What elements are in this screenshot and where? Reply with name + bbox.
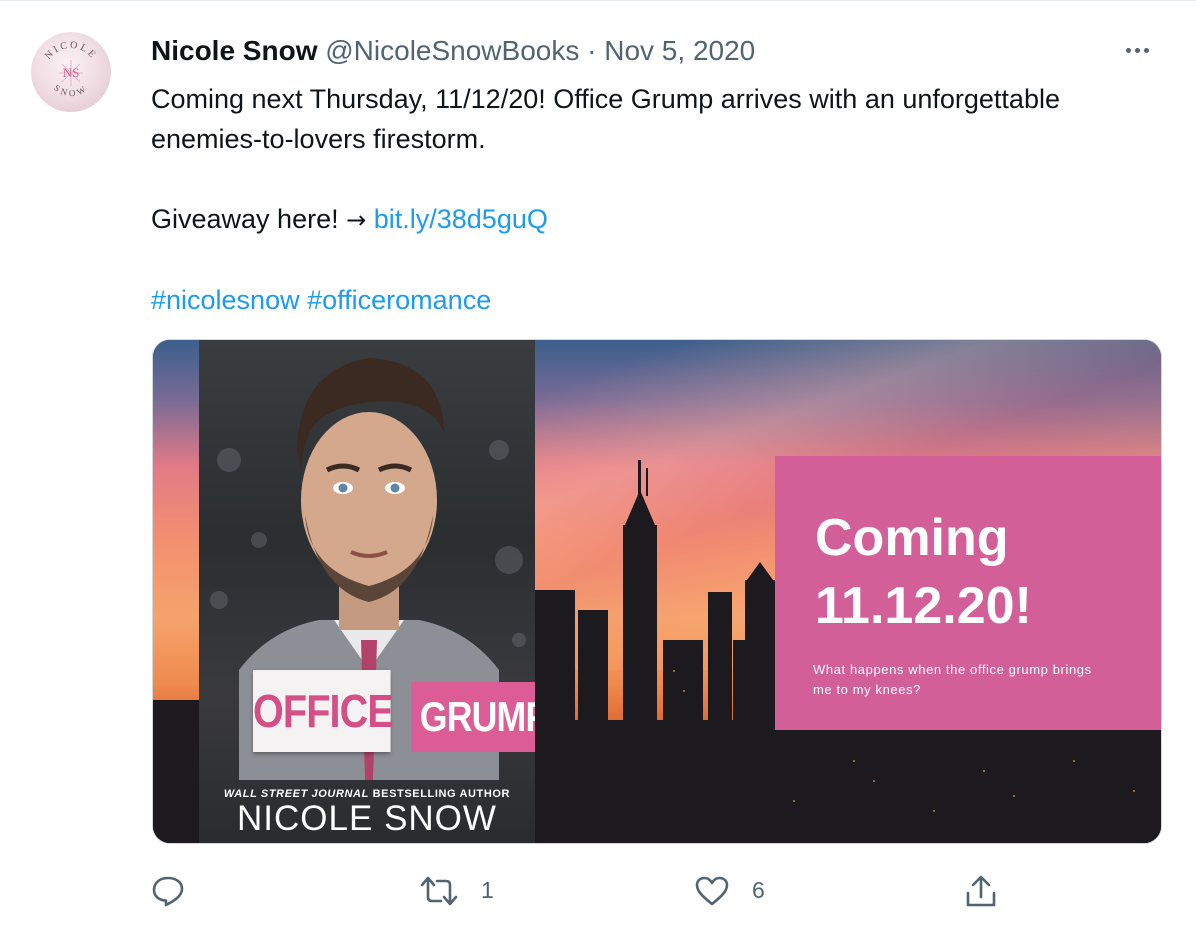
like-count: 6	[752, 877, 765, 903]
retweet-icon	[420, 876, 458, 906]
tweet-actions: 1 6	[151, 871, 1011, 911]
display-name[interactable]: Nicole Snow	[151, 35, 317, 66]
giveaway-label: Giveaway here!	[151, 204, 339, 234]
more-dot-icon	[1135, 48, 1140, 53]
avatar-logo-icon: NICOLE SNOW NS	[43, 40, 99, 99]
more-options-button[interactable]	[1124, 37, 1158, 63]
cover-title-office: OFFICE	[253, 670, 394, 752]
retweet-button[interactable]: 1	[419, 871, 499, 911]
giveaway-link[interactable]: bit.ly/38d5guQ	[374, 204, 548, 234]
promo-date: 11.12.20!	[815, 577, 1032, 635]
tweet-text-line: Coming next Thursday, 11/12/20! Office G…	[151, 84, 1060, 154]
reply-button[interactable]	[151, 871, 191, 911]
cover-title-grump: GRUMP	[411, 682, 535, 752]
share-icon	[966, 875, 996, 907]
tweet-text: Coming next Thursday, 11/12/20! Office G…	[151, 79, 1151, 320]
tweet-date[interactable]: Nov 5, 2020	[604, 35, 755, 66]
handle[interactable]: @NicoleSnowBooks	[325, 35, 579, 66]
svg-text:NS: NS	[63, 65, 80, 80]
svg-text:NICOLE: NICOLE	[43, 40, 99, 62]
right-arrow-icon: →	[346, 206, 367, 234]
tweet-card[interactable]: NICOLE SNOW NS Nicole Snow @NicoleSnowBo…	[0, 0, 1196, 932]
more-dot-icon	[1144, 48, 1149, 53]
separator: ·	[587, 35, 597, 66]
hashtag-nicolesnow[interactable]: #nicolesnow	[151, 285, 300, 315]
avatar[interactable]: NICOLE SNOW NS	[31, 32, 111, 112]
more-dot-icon	[1126, 48, 1131, 53]
hashtags: #nicolesnow #officeromance	[151, 280, 1151, 320]
promo-heading: Coming	[815, 509, 1009, 567]
like-button[interactable]: 6	[694, 871, 774, 911]
retweet-count: 1	[481, 877, 494, 903]
heart-icon	[695, 876, 729, 906]
tweet-header: Nicole Snow @NicoleSnowBooks · Nov 5, 20…	[151, 34, 755, 68]
promo-box: Coming 11.12.20! What happens when the o…	[775, 456, 1161, 730]
cover-author-name: NICOLE SNOW	[237, 799, 497, 838]
hashtag-officeromance[interactable]: #officeromance	[307, 285, 491, 315]
tweet-media-image[interactable]: OFFICE GRUMP WALL STREET JOURNAL BESTSEL…	[152, 339, 1162, 844]
giveaway-line: Giveaway here! → bit.ly/38d5guQ	[151, 199, 1151, 240]
reply-icon	[152, 876, 184, 907]
share-button[interactable]	[963, 871, 1003, 911]
promo-subtext: What happens when the office grump bring…	[813, 662, 1092, 697]
book-cover: OFFICE GRUMP WALL STREET JOURNAL BESTSEL…	[199, 340, 535, 843]
